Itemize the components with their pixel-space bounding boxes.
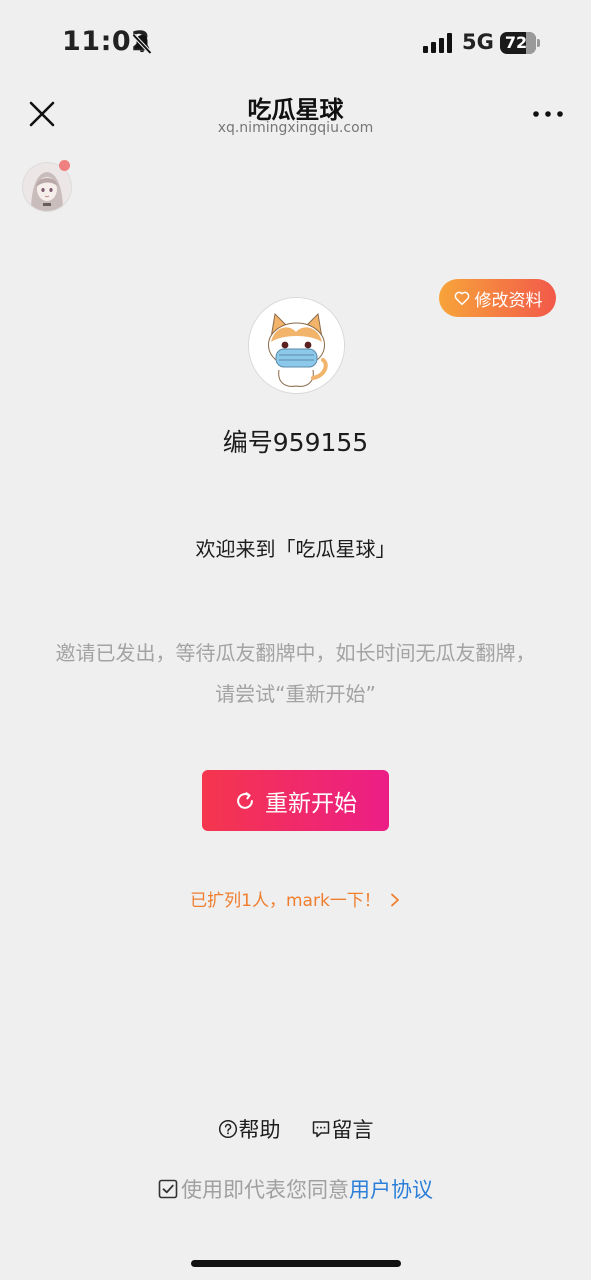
heart-icon bbox=[454, 291, 469, 306]
help-circle-icon bbox=[218, 1119, 237, 1139]
network-type: 5G bbox=[462, 30, 494, 54]
signal-icon bbox=[423, 33, 452, 53]
user-avatar bbox=[248, 297, 345, 394]
restart-label: 重新开始 bbox=[265, 790, 357, 817]
comment-icon bbox=[312, 1121, 329, 1138]
welcome-text: 欢迎来到「吃瓜星球」 bbox=[195, 537, 396, 561]
cat-mask-avatar-icon bbox=[249, 298, 344, 393]
edit-profile-label: 修改资料 bbox=[474, 290, 543, 311]
footer-links: 帮助 留言 bbox=[0, 1114, 591, 1144]
nav-bar: 吃瓜星球 xq.nimingxingqiu.com bbox=[0, 80, 591, 148]
message-link[interactable]: 留言 bbox=[311, 1114, 374, 1144]
screen: 11:02 5G 72 吃瓜星球 xq.nimingxingqiu.com 修改… bbox=[0, 0, 591, 1280]
home-indicator[interactable] bbox=[191, 1260, 401, 1267]
mark-link[interactable]: 已扩列1人，mark一下！ bbox=[0, 886, 591, 911]
edit-profile-button[interactable]: 修改资料 bbox=[439, 279, 556, 317]
message-label: 留言 bbox=[331, 1118, 374, 1142]
help-label: 帮助 bbox=[238, 1118, 281, 1142]
checkbox-icon[interactable] bbox=[158, 1179, 178, 1199]
agreement-row: 使用即代表您同意 用户协议 bbox=[0, 1174, 591, 1204]
bell-slash-icon bbox=[132, 33, 152, 55]
page-domain: xq.nimingxingqiu.com bbox=[217, 120, 374, 136]
refresh-icon bbox=[237, 791, 253, 809]
battery-icon: 72 bbox=[500, 32, 540, 54]
restart-button[interactable]: 重新开始 bbox=[202, 770, 389, 831]
status-message: 邀请已发出，等待瓜友翻牌中，如长时间无瓜友翻牌，请尝试“重新开始” bbox=[55, 641, 536, 706]
chevron-right-icon bbox=[390, 893, 399, 907]
agreement-text: 使用即代表您同意 bbox=[181, 1178, 349, 1202]
more-icon[interactable] bbox=[530, 100, 566, 128]
battery-level: 72 bbox=[504, 33, 528, 52]
status-bar: 11:02 5G 72 bbox=[0, 0, 591, 88]
user-id: 编号959155 bbox=[222, 428, 369, 457]
user-agreement-link[interactable]: 用户协议 bbox=[349, 1174, 433, 1204]
mark-link-label: 已扩列1人，mark一下！ bbox=[190, 891, 381, 911]
notification-dot bbox=[59, 160, 70, 171]
help-link[interactable]: 帮助 bbox=[218, 1114, 281, 1144]
